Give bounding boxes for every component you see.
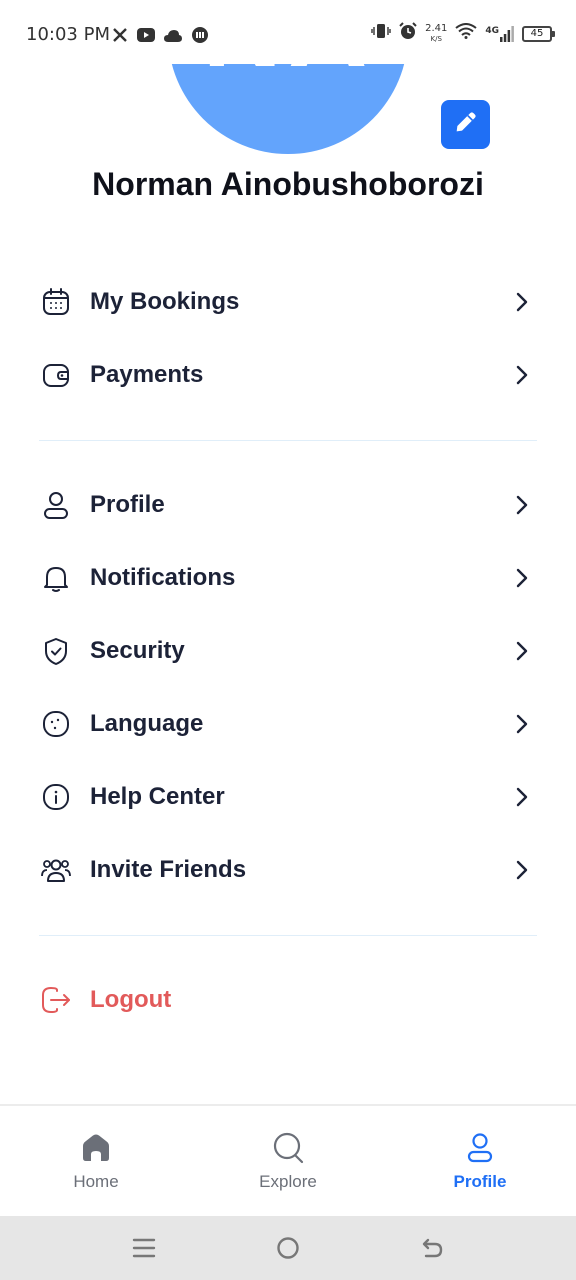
chevron-right-icon <box>512 785 532 809</box>
divider <box>39 440 537 441</box>
net-speed: 2.41 K/S <box>425 22 448 43</box>
menu-item-invite-friends[interactable]: Invite Friends <box>0 840 576 900</box>
menu-label: Help Center <box>90 783 225 810</box>
chevron-right-icon <box>512 363 532 387</box>
bell-icon <box>40 562 72 594</box>
nav-label: Explore <box>259 1172 317 1191</box>
logout-button[interactable]: Logout <box>0 970 576 1030</box>
menu-icon[interactable] <box>128 1232 160 1264</box>
chevron-right-icon <box>512 290 532 314</box>
nav-label: Profile <box>453 1172 507 1191</box>
menu-label: Profile <box>90 491 165 518</box>
chevron-right-icon <box>512 566 532 590</box>
menu-item-notifications[interactable]: Notifications <box>0 548 576 608</box>
menu-item-profile[interactable]: Profile <box>0 475 576 535</box>
nav-profile[interactable]: Profile <box>384 1106 576 1216</box>
x-icon <box>112 27 128 48</box>
back-icon[interactable] <box>416 1232 448 1264</box>
search-icon <box>272 1132 304 1164</box>
calendar-icon <box>40 286 72 318</box>
menu-label: Invite Friends <box>90 856 247 883</box>
user-icon <box>40 489 72 521</box>
users-icon <box>40 854 72 886</box>
menu-label: Notifications <box>90 564 236 591</box>
logout-label: Logout <box>90 986 172 1013</box>
wifi-icon <box>455 23 477 44</box>
system-nav-bar <box>0 1216 576 1280</box>
menu-item-security[interactable]: Security <box>0 621 576 681</box>
status-time: 10:03 PM <box>26 24 110 45</box>
menu-item-help-center[interactable]: Help Center <box>0 767 576 827</box>
battery-indicator: 45 <box>522 25 555 42</box>
menu-label: My Bookings <box>90 288 240 315</box>
home-circle-icon[interactable] <box>272 1232 304 1264</box>
chevron-right-icon <box>512 712 532 736</box>
menu-label: Security <box>90 637 185 664</box>
pencil-icon <box>452 108 480 141</box>
user-icon <box>464 1132 496 1164</box>
vibrate-icon <box>371 23 391 44</box>
chevron-right-icon <box>512 858 532 882</box>
nav-label: Home <box>73 1172 119 1191</box>
alarm-icon <box>399 22 417 45</box>
user-name: Norman Ainobushoborozi <box>92 166 484 202</box>
nav-explore[interactable]: Explore <box>192 1106 384 1216</box>
logout-icon <box>40 984 72 1016</box>
menu-label: Payments <box>90 361 204 388</box>
menu-item-payments[interactable]: Payments <box>0 345 576 405</box>
home-icon <box>80 1132 112 1164</box>
edit-profile-button[interactable] <box>441 100 490 149</box>
chevron-right-icon <box>512 493 532 517</box>
globe-icon <box>40 708 72 740</box>
wallet-icon <box>40 359 72 391</box>
shield-icon <box>40 635 72 667</box>
bottom-nav: Home Explore Profile <box>0 1104 576 1216</box>
menu-item-language[interactable]: Language <box>0 694 576 754</box>
nav-home[interactable]: Home <box>0 1106 192 1216</box>
youtube-icon <box>137 28 155 47</box>
app-icon <box>191 26 209 49</box>
menu-label: Language <box>90 710 204 737</box>
cellular-signal-icon: 4G <box>485 25 514 42</box>
chevron-right-icon <box>512 639 532 663</box>
menu-item-my-bookings[interactable]: My Bookings <box>0 272 576 332</box>
cloud-icon <box>164 29 182 47</box>
info-icon <box>40 781 72 813</box>
divider <box>39 935 537 936</box>
status-bar: 10:03 PM 2.41 K/S 4G 45 <box>0 0 576 64</box>
